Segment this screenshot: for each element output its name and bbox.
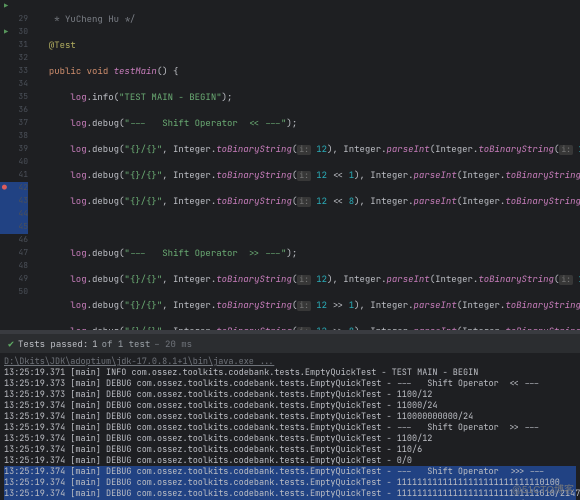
line-num[interactable]: 34 <box>0 78 28 91</box>
line-num[interactable]: 32 <box>0 52 28 65</box>
line-num[interactable]: 43 <box>0 195 28 208</box>
line-num[interactable]: 49 <box>0 273 28 286</box>
line-num[interactable]: 33 <box>0 65 28 78</box>
line-num[interactable]: 46 <box>0 234 28 247</box>
tests-passed-label: Tests passed: <box>18 338 88 350</box>
line-num[interactable]: 50 <box>0 286 28 299</box>
line-num[interactable]: 35 <box>0 91 28 104</box>
test-status-bar: ✔ Tests passed: 1 of 1 test – 20 ms <box>0 334 580 354</box>
console-output[interactable]: D:\Dkits\JDK\adoptium\jdk-17.0.8.1+1\bin… <box>0 354 580 500</box>
check-icon: ✔ <box>8 337 14 350</box>
line-num[interactable]: 41 <box>0 169 28 182</box>
line-num[interactable]: 47 <box>0 247 28 260</box>
code-content[interactable]: * YuCheng Hu */ @Test public void testMa… <box>34 0 580 330</box>
line-num[interactable]: 38 <box>0 130 28 143</box>
run-icon[interactable]: ▶ <box>4 26 8 39</box>
line-num[interactable]: 45 <box>0 221 28 234</box>
line-num[interactable]: 37 <box>0 117 28 130</box>
line-num[interactable]: 44 <box>0 208 28 221</box>
line-num[interactable]: ●42 <box>0 182 28 195</box>
line-num[interactable]: 48 <box>0 260 28 273</box>
line-num[interactable]: 36 <box>0 104 28 117</box>
test-duration: – 20 ms <box>154 338 192 350</box>
test-count: 1 <box>92 338 97 350</box>
line-num[interactable]: 29 <box>0 13 28 26</box>
test-of: of 1 test <box>102 338 151 350</box>
line-num[interactable]: 40 <box>0 156 28 169</box>
test-annotation: @Test <box>49 39 76 51</box>
breakpoint-icon[interactable]: ● <box>2 182 7 195</box>
watermark: @51CTO博客 <box>512 481 574 496</box>
run-icon[interactable]: ▶ <box>4 0 8 13</box>
line-num[interactable]: ▶30 <box>0 26 28 39</box>
gutter[interactable]: ▶ 29 ▶30 31 32 33 34 35 36 37 38 39 40 4… <box>0 0 34 330</box>
code-editor[interactable]: ▶ 29 ▶30 31 32 33 34 35 36 37 38 39 40 4… <box>0 0 580 330</box>
line-num[interactable]: 39 <box>0 143 28 156</box>
author-tag: YuCheng Hu <box>65 13 119 25</box>
line-num[interactable]: 31 <box>0 39 28 52</box>
line-num[interactable]: ▶ <box>0 0 28 13</box>
